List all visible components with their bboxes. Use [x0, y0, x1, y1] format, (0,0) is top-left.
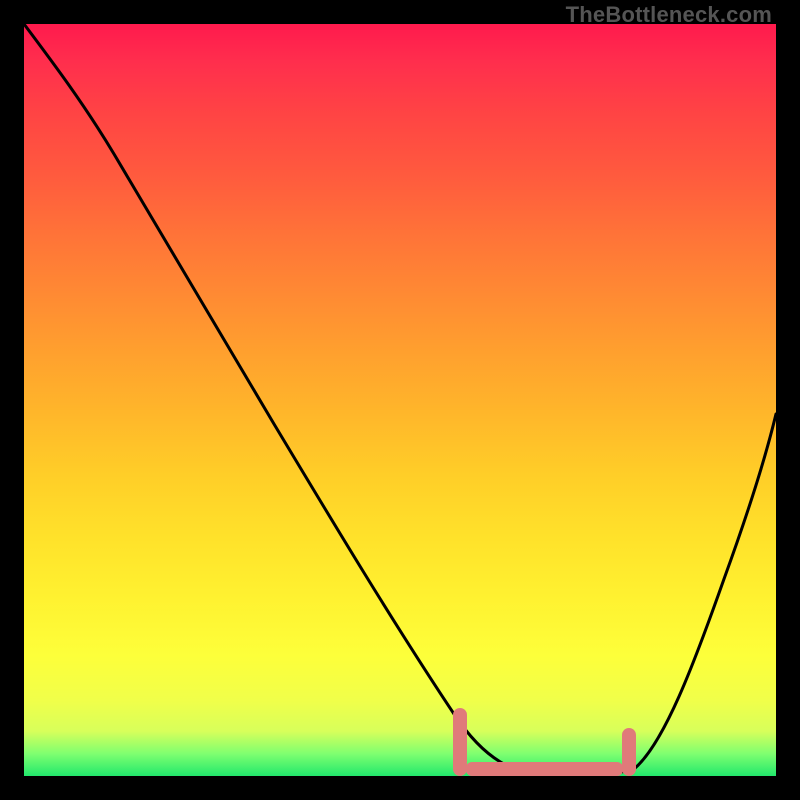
optimal-zone-leader-left: [453, 708, 467, 776]
curve-path: [24, 24, 776, 776]
optimal-zone-band: [466, 762, 623, 776]
optimal-zone-leader-right: [622, 728, 636, 776]
chart-plot-area: [24, 24, 776, 776]
bottleneck-curve: [24, 24, 776, 776]
